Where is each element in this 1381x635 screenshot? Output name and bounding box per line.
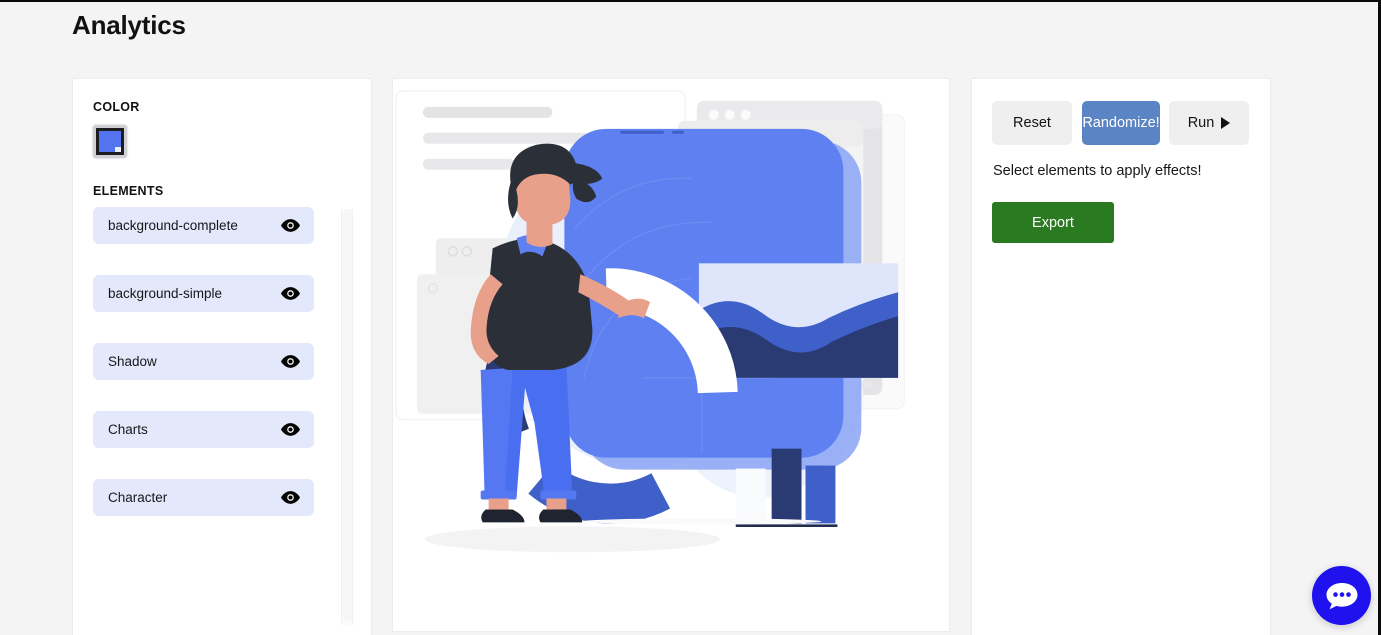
list-item[interactable]: Shadow xyxy=(93,343,314,380)
color-section-label: COLOR xyxy=(93,100,140,114)
color-swatch-icon[interactable] xyxy=(93,125,127,158)
list-item-label: Charts xyxy=(108,422,148,437)
illustration-preview-panel xyxy=(392,78,950,632)
randomize-button[interactable]: Randomize! xyxy=(1082,101,1160,145)
export-button[interactable]: Export xyxy=(992,202,1114,243)
list-item[interactable]: background-simple xyxy=(93,275,314,312)
list-item-label: background-simple xyxy=(108,286,223,301)
list-item-label: Shadow xyxy=(108,354,157,369)
ground-shadow xyxy=(424,526,720,553)
list-item[interactable]: Charts xyxy=(93,411,314,448)
list-item[interactable]: background-complete xyxy=(93,207,314,244)
eye-icon[interactable] xyxy=(281,219,300,232)
eye-icon[interactable] xyxy=(281,287,300,300)
play-triangle-icon xyxy=(1221,117,1231,129)
list-item-label: Character xyxy=(108,490,168,505)
list-item-label: background-complete xyxy=(108,218,238,233)
page-title: Analytics xyxy=(72,10,186,40)
run-button[interactable]: Run xyxy=(1169,101,1249,145)
elements-section-label: ELEMENTS xyxy=(93,184,164,198)
chat-bubble-button[interactable] xyxy=(1312,566,1371,625)
app-root: Analytics COLOR ELEMENTS background-comp… xyxy=(0,0,1381,635)
list-item[interactable]: Character xyxy=(93,479,314,516)
eye-icon[interactable] xyxy=(281,423,300,436)
chat-bubble-icon xyxy=(1326,582,1357,609)
reset-button[interactable]: Reset xyxy=(992,101,1072,145)
elements-list: background-complete background-simple Sh… xyxy=(93,207,353,625)
left-settings-panel: COLOR ELEMENTS background-complete backg… xyxy=(72,78,372,635)
eye-icon[interactable] xyxy=(281,491,300,504)
right-actions-panel: Reset Randomize! Run Select elements to … xyxy=(971,78,1271,635)
run-button-label: Run xyxy=(1187,115,1215,131)
eye-icon[interactable] xyxy=(281,355,300,368)
elements-scrollbar[interactable] xyxy=(341,209,353,625)
elements-scrollbar-thumb[interactable] xyxy=(343,209,352,621)
color-swatch-notch xyxy=(115,147,121,152)
hint-text: Select elements to apply effects! xyxy=(993,163,1202,179)
analytics-dashboard-illustration xyxy=(395,90,905,553)
